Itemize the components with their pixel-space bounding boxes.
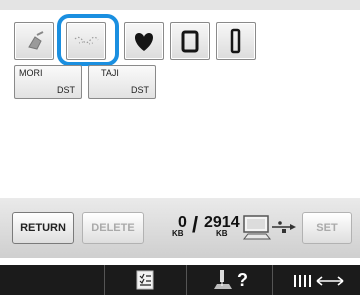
- file-extension: DST: [131, 85, 149, 95]
- file-name: TAJI: [101, 68, 119, 78]
- set-label: SET: [316, 222, 338, 234]
- file-tile-mori[interactable]: MORI DST: [14, 65, 82, 99]
- delete-button[interactable]: DELETE: [82, 212, 144, 244]
- help-button[interactable]: ?: [200, 268, 260, 292]
- stitch-width-button[interactable]: [284, 268, 354, 292]
- tall-rectangle-frame-icon: [230, 28, 241, 54]
- return-button[interactable]: RETURN: [12, 212, 74, 244]
- memory-total-unit: KB: [216, 229, 228, 238]
- set-button[interactable]: SET: [302, 212, 352, 244]
- memory-slash: /: [192, 212, 199, 237]
- pattern-tile-5[interactable]: [216, 22, 256, 60]
- sewing-machine-icon: [214, 270, 232, 289]
- toolbar-separator: [272, 265, 273, 295]
- memory-indicator: 0 KB / 2914 KB: [170, 212, 250, 244]
- memory-used-unit: KB: [172, 229, 184, 238]
- stitch-width-icon: [294, 275, 344, 287]
- toolbar-separator: [104, 265, 105, 295]
- pattern-tile-1[interactable]: [14, 22, 54, 60]
- rectangle-frame-icon: [181, 30, 199, 53]
- computer-usb-icon: [242, 215, 296, 240]
- top-band: [0, 0, 360, 10]
- pattern-tile-3[interactable]: [124, 22, 164, 60]
- selection-highlight: [57, 14, 119, 66]
- file-name: MORI: [19, 68, 43, 78]
- pattern-tile-4[interactable]: [170, 22, 210, 60]
- checklist-icon: [136, 270, 154, 290]
- embroidery-stitch-icon: [28, 31, 44, 50]
- delete-label: DELETE: [91, 222, 135, 234]
- file-tile-taji[interactable]: TAJI DST: [88, 65, 156, 99]
- return-label: RETURN: [20, 222, 66, 234]
- pattern-select-screen: MORI DST TAJI DST RETURN DELETE 0 KB / 2…: [0, 0, 360, 295]
- toolbar-separator: [186, 265, 187, 295]
- file-extension: DST: [57, 85, 75, 95]
- checklist-button[interactable]: [125, 268, 165, 292]
- help-question-mark: ?: [237, 269, 248, 290]
- heart-icon: [134, 33, 154, 51]
